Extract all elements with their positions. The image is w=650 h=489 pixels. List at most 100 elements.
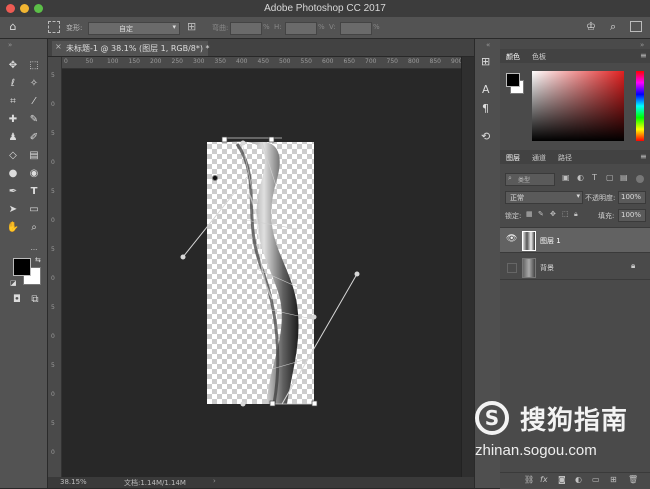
default-colors-icon[interactable]: ◪ <box>10 279 17 287</box>
warp-anchor-top-left[interactable] <box>221 136 228 143</box>
document-canvas[interactable] <box>207 142 314 404</box>
filter-adjustment-icon[interactable]: ◐ <box>577 173 584 182</box>
screen-mode-icon[interactable]: ⧉ <box>28 293 42 307</box>
rectangle-tool-icon[interactable]: ▭ <box>27 203 41 217</box>
canvas-area[interactable] <box>62 69 461 477</box>
warp-anchor-top-right[interactable] <box>268 136 275 143</box>
path-selection-tool-icon[interactable]: ➤ <box>6 203 20 217</box>
blur-tool-icon[interactable]: ● <box>6 167 20 181</box>
warp-handle-top-mid[interactable] <box>240 140 246 146</box>
warp-handle-left[interactable] <box>180 254 186 260</box>
filter-pixel-icon[interactable]: ▣ <box>562 173 570 182</box>
properties-icon[interactable]: ⊞ <box>481 55 490 68</box>
panel-menu-icon[interactable]: ≡ <box>640 152 647 161</box>
hand-tool-icon[interactable]: ✋ <box>6 221 20 235</box>
paragraph-icon[interactable]: ¶ <box>482 102 489 115</box>
character-icon[interactable]: A <box>482 83 490 96</box>
more-tools-icon[interactable]: ··· <box>27 243 41 257</box>
close-tab-icon[interactable]: × <box>55 42 62 51</box>
workspace-icon[interactable]: ♔ <box>586 20 596 33</box>
document-info[interactable]: 文档:1.14M/1.14M <box>124 478 186 488</box>
foreground-color-swatch[interactable] <box>13 258 31 276</box>
reference-point-icon[interactable] <box>48 21 60 33</box>
eyedropper-tool-icon[interactable]: ⁄ <box>27 95 41 109</box>
adjustment-layer-icon[interactable]: ◐ <box>575 475 582 484</box>
tab-color[interactable]: 颜色 <box>506 52 520 62</box>
tab-layers[interactable]: 图层 <box>506 153 520 163</box>
tab-swatches[interactable]: 色板 <box>532 52 546 62</box>
layer-row[interactable]: 👁︎ 图层 1 <box>500 227 650 253</box>
collapse-arrows-icon[interactable]: » <box>8 41 12 49</box>
lock-image-icon[interactable]: ✎ <box>538 210 544 218</box>
blend-mode-select[interactable]: 正常 ▾ <box>505 191 583 204</box>
bend-input[interactable] <box>230 22 262 35</box>
swap-colors-icon[interactable]: ⇆ <box>35 256 41 264</box>
warp-handle-mid-right[interactable] <box>311 314 317 320</box>
transform-select[interactable]: 自定 ▾ <box>88 22 180 35</box>
workspace-switcher-icon[interactable] <box>630 21 642 32</box>
lasso-tool-icon[interactable]: ℓ <box>6 77 20 91</box>
opacity-input[interactable]: 100% <box>618 191 646 204</box>
panel-menu-icon[interactable]: ≡ <box>640 51 647 60</box>
filter-type-icon[interactable]: T <box>592 173 597 182</box>
quick-mask-icon[interactable]: ◘ <box>10 293 24 307</box>
pen-tool-icon[interactable]: ✒ <box>6 185 20 199</box>
history-icon[interactable]: ⟲ <box>481 130 490 143</box>
filter-toggle[interactable] <box>636 175 644 183</box>
v-input[interactable] <box>340 22 372 35</box>
h-input[interactable] <box>285 22 317 35</box>
zoom-tool-icon[interactable]: ⌕ <box>27 221 41 235</box>
tab-paths[interactable]: 路径 <box>558 153 572 163</box>
canvas-scrollbar[interactable] <box>461 57 474 477</box>
magic-wand-tool-icon[interactable]: ✧ <box>27 77 41 91</box>
crop-tool-icon[interactable]: ⌗ <box>6 95 20 109</box>
warp-anchor-bottom-left[interactable] <box>269 400 276 407</box>
search-icon[interactable]: ⌕ <box>610 20 616 34</box>
warp-handle-bottom-mid[interactable] <box>240 401 246 407</box>
visibility-toggle[interactable] <box>507 263 517 273</box>
delete-layer-icon[interactable]: 🗑︎ <box>628 475 638 484</box>
filter-shape-icon[interactable]: ▢ <box>606 173 614 182</box>
layer-row[interactable]: 背景 🔒︎ <box>500 255 650 280</box>
add-mask-icon[interactable]: ◙ <box>558 475 566 484</box>
tab-channels[interactable]: 通道 <box>532 153 546 163</box>
lock-position-icon[interactable]: ✥ <box>550 210 556 218</box>
marquee-tool-icon[interactable]: ⬚ <box>27 59 41 73</box>
warp-orientation-icon[interactable]: ⊞ <box>187 20 196 33</box>
layer-name[interactable]: 图层 1 <box>540 236 561 246</box>
chevron-right-icon[interactable]: › <box>213 477 216 485</box>
healing-brush-tool-icon[interactable]: ✚ <box>6 113 20 127</box>
dodge-tool-icon[interactable]: ◉ <box>27 167 41 181</box>
hue-slider[interactable] <box>636 71 644 141</box>
collapse-arrows-icon[interactable]: » <box>640 41 644 49</box>
zoom-level[interactable]: 38.15% <box>60 478 87 486</box>
collapse-arrows-icon[interactable]: « <box>486 41 490 49</box>
lock-all-icon[interactable]: 🔒︎ <box>574 210 578 219</box>
layer-filter-select[interactable]: ⌕ 类型 <box>505 173 555 186</box>
gradient-tool-icon[interactable]: ▤ <box>27 149 41 163</box>
layer-style-icon[interactable]: fx <box>540 475 548 484</box>
warp-handle-right[interactable] <box>354 271 360 277</box>
move-tool-icon[interactable]: ✥ <box>6 59 20 73</box>
type-tool-icon[interactable]: T <box>27 185 41 199</box>
link-layers-icon[interactable]: ⛓︎ <box>524 475 534 484</box>
clone-stamp-tool-icon[interactable]: ♟ <box>6 131 20 145</box>
new-layer-icon[interactable]: ⊞ <box>610 475 617 484</box>
eraser-tool-icon[interactable]: ◇ <box>6 149 20 163</box>
brush-tool-icon[interactable]: ✎ <box>27 113 41 127</box>
layers-panel-footer: ⛓︎ fx ◙ ◐ ▭ ⊞ 🗑︎ <box>500 472 650 489</box>
layer-name[interactable]: 背景 <box>540 263 554 273</box>
lock-artboard-icon[interactable]: ⬚ <box>562 210 569 218</box>
warp-anchor-bottom-right[interactable] <box>311 400 318 407</box>
ruler-tick-label: 0 <box>64 58 68 65</box>
new-group-icon[interactable]: ▭ <box>592 475 600 484</box>
fill-input[interactable]: 100% <box>618 209 646 222</box>
home-icon[interactable]: ⌂ <box>6 20 20 34</box>
color-field[interactable] <box>532 71 624 141</box>
lock-transparent-icon[interactable]: ▦ <box>526 210 533 218</box>
filter-smart-object-icon[interactable]: ▤ <box>620 173 628 182</box>
eye-icon[interactable]: 👁︎ <box>506 234 517 244</box>
color-panel-foreground[interactable] <box>506 73 520 87</box>
history-brush-tool-icon[interactable]: ✐ <box>27 131 41 145</box>
warp-handle-upper[interactable] <box>212 175 218 181</box>
